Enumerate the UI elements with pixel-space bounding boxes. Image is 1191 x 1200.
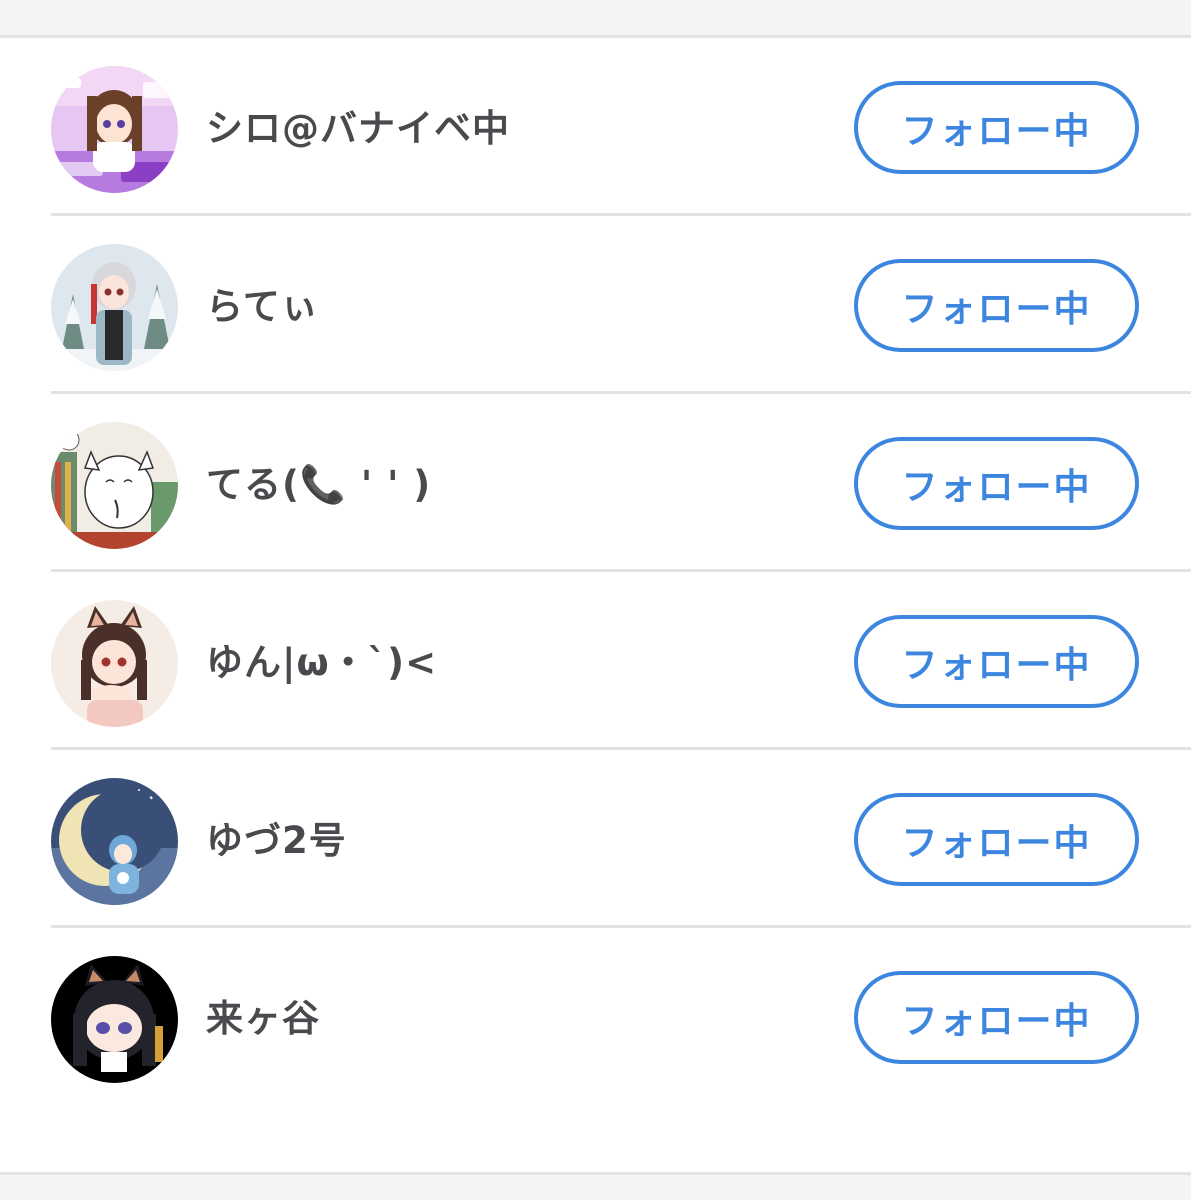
following-button[interactable]: フォロー中	[854, 259, 1139, 352]
avatar-maid-girl-purple-icon	[51, 66, 178, 193]
username[interactable]: シロ@バナイベ中	[206, 104, 510, 154]
avatar-white-cat-sketch-icon	[51, 422, 178, 549]
avatar-snow-forest-girl-icon	[51, 244, 178, 371]
username[interactable]: ゆづ2号	[206, 816, 347, 866]
list-item[interactable]: らてぃ フォロー中	[0, 216, 1191, 394]
avatar[interactable]	[51, 244, 178, 371]
list-item[interactable]: ゆづ2号 フォロー中	[0, 750, 1191, 928]
top-band	[0, 0, 1191, 38]
avatar-cat-ear-girl-icon	[51, 600, 178, 727]
following-button[interactable]: フォロー中	[854, 81, 1139, 174]
list-item[interactable]: シロ@バナイベ中 フォロー中	[0, 38, 1191, 216]
following-button[interactable]: フォロー中	[854, 437, 1139, 530]
avatar-crescent-moon-girl-icon	[51, 778, 178, 905]
avatar[interactable]	[51, 66, 178, 193]
following-list: シロ@バナイベ中 フォロー中 らてぃ フォロー中 てる(📞 ' ') フォロー…	[0, 38, 1191, 1172]
avatar[interactable]	[51, 956, 178, 1083]
avatar-black-cat-girl-icon	[51, 956, 178, 1083]
following-button[interactable]: フォロー中	[854, 615, 1139, 708]
username[interactable]: 来ヶ谷	[206, 994, 320, 1044]
username[interactable]: らてぃ	[206, 282, 319, 332]
avatar[interactable]	[51, 600, 178, 727]
list-item[interactable]: てる(📞 ' ' ) フォロー中	[0, 394, 1191, 572]
list-item[interactable]: 来ヶ谷 フォロー中	[0, 928, 1191, 1106]
avatar[interactable]	[51, 778, 178, 905]
following-button[interactable]: フォロー中	[854, 971, 1139, 1064]
following-button[interactable]: フォロー中	[854, 793, 1139, 886]
avatar[interactable]	[51, 422, 178, 549]
list-item[interactable]: ゆん|ω・`)< フォロー中	[0, 572, 1191, 750]
username[interactable]: ゆん|ω・`)<	[206, 638, 437, 688]
username[interactable]: てる(📞 ' ' )	[206, 460, 431, 510]
bottom-band	[0, 1172, 1191, 1200]
